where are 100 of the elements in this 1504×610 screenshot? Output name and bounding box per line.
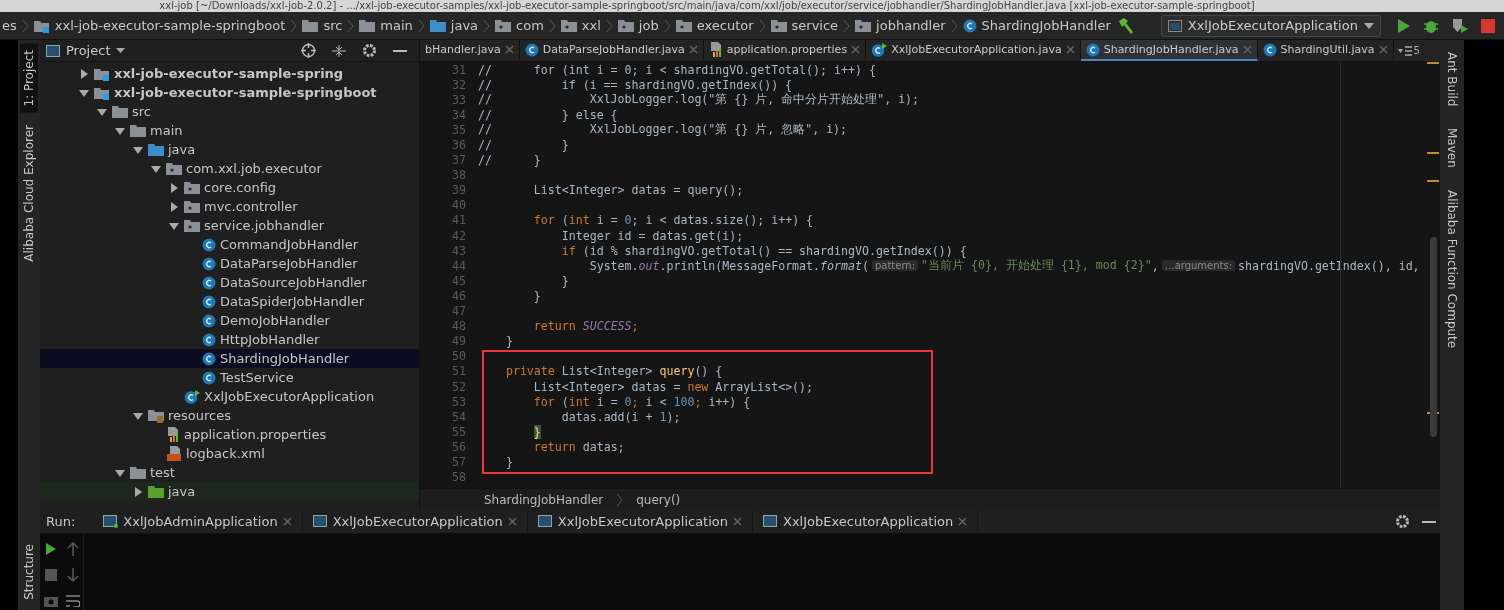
breadcrumb-item[interactable]: com xyxy=(495,18,544,33)
tree-row[interactable]: ShardingJobHandler xyxy=(40,349,419,368)
tree-row[interactable]: DataSourceJobHandler xyxy=(40,273,419,292)
folder-icon xyxy=(148,485,164,498)
collapsed-arrow-icon xyxy=(132,485,144,498)
package-icon xyxy=(560,19,577,32)
tree-row[interactable]: TestService xyxy=(40,368,419,387)
stop-icon[interactable] xyxy=(1480,18,1495,33)
code-line: // } else { xyxy=(478,107,618,122)
run-tab[interactable]: XxlJobExecutorApplication xyxy=(753,509,979,534)
tree-row[interactable]: java xyxy=(40,140,419,159)
settings-icon[interactable] xyxy=(1395,514,1410,529)
editor-tab[interactable]: ShardingJobHandler.java xyxy=(1080,40,1258,61)
down-arrow-icon[interactable] xyxy=(67,568,79,582)
tree-row[interactable]: HttpJobHandler xyxy=(40,330,419,349)
line-number: 31 xyxy=(451,62,467,77)
tool-window-tab[interactable]: Ant Build xyxy=(1443,46,1461,113)
breadcrumb-item[interactable]: xxl-job-executor-sample-springboot xyxy=(33,18,286,33)
tool-window-tab[interactable]: 1: Project xyxy=(20,44,38,113)
run-tab[interactable]: XxlJobExecutorApplication xyxy=(527,509,753,534)
tree-row[interactable]: DataParseJobHandler xyxy=(40,254,419,273)
breadcrumb-item[interactable]: job xyxy=(617,18,659,33)
editor-tab[interactable]: bHandler.java xyxy=(420,40,520,61)
tree-row[interactable]: mvc.controller xyxy=(40,197,419,216)
breadcrumb-item[interactable]: ShardingJobHandler xyxy=(962,18,1111,33)
tree-row[interactable]: DataSpiderJobHandler xyxy=(40,292,419,311)
package-icon xyxy=(495,19,512,32)
settings-icon[interactable] xyxy=(362,43,377,58)
run-configuration-dropdown[interactable]: XxlJobExecutorApplication xyxy=(1160,14,1381,37)
chevron-icon xyxy=(291,18,297,33)
breadcrumb-item[interactable]: query() xyxy=(636,492,681,507)
tool-window-tab[interactable]: Alibaba Function Compute xyxy=(1443,184,1461,355)
folder-icon xyxy=(130,466,146,479)
line-number: 56 xyxy=(451,439,467,454)
project-view-dropdown[interactable]: Project xyxy=(46,43,126,58)
breadcrumb-item[interactable]: java xyxy=(429,18,479,33)
tree-row[interactable]: core.config xyxy=(40,178,419,197)
camera-icon[interactable] xyxy=(44,595,58,607)
tree-row[interactable]: xxl-job-executor-sample-spring xyxy=(40,64,419,83)
tree-row[interactable]: com.xxl.job.executor xyxy=(40,159,419,178)
tree-row[interactable]: test xyxy=(40,463,419,482)
class-icon xyxy=(202,294,216,309)
editor-tab[interactable]: DataParseJobHandler.java xyxy=(519,40,704,61)
up-arrow-icon[interactable] xyxy=(67,542,79,556)
breadcrumb-item[interactable]: es xyxy=(2,18,17,33)
tree-row[interactable]: application.properties xyxy=(40,425,419,444)
window-icon xyxy=(763,515,778,528)
crosshair-icon[interactable] xyxy=(301,43,316,58)
close-icon xyxy=(1065,45,1075,54)
breadcrumb-item[interactable]: jobhandler xyxy=(855,18,946,33)
run-icon[interactable] xyxy=(1396,17,1411,34)
package-icon xyxy=(855,19,872,32)
breadcrumb-item[interactable]: executor xyxy=(675,18,754,33)
run-tab[interactable]: XxlJobAdminApplication xyxy=(93,509,303,534)
line-number: 33 xyxy=(451,92,467,107)
properties-file-icon xyxy=(166,427,180,442)
collapse-icon[interactable] xyxy=(332,43,346,58)
tree-row[interactable]: java xyxy=(40,482,419,501)
tree-row[interactable]: main xyxy=(40,121,419,140)
code-line: Integer id = datas.get(i); xyxy=(560,228,744,243)
breadcrumb-item[interactable]: xxl xyxy=(560,18,601,33)
tool-window-tab[interactable]: Alibaba Cloud Explorer xyxy=(20,118,38,268)
code-line: } xyxy=(560,273,569,288)
close-icon xyxy=(504,45,514,54)
tool-window-tab[interactable]: Structure xyxy=(20,538,38,606)
tree-row[interactable]: DemoJobHandler xyxy=(40,311,419,330)
run-label: Run: xyxy=(46,514,76,529)
chevron-icon xyxy=(759,18,765,33)
tree-row[interactable]: xxl-job-executor-sample-springboot xyxy=(40,83,419,102)
chevron-icon xyxy=(348,18,354,33)
tab-overflow-button[interactable]: 5 xyxy=(1393,40,1424,61)
breadcrumb-item[interactable]: main xyxy=(359,18,413,33)
run-icon[interactable] xyxy=(45,542,57,556)
line-number: 39 xyxy=(451,183,467,198)
breadcrumb-item[interactable]: src xyxy=(302,18,343,33)
folder-icon xyxy=(429,19,446,32)
package-icon xyxy=(770,19,787,32)
editor-tab[interactable]: XxlJobExecutorApplication.java xyxy=(866,40,1081,61)
line-number: 46 xyxy=(451,288,467,303)
tree-row[interactable]: XxlJobExecutorApplication xyxy=(40,387,419,406)
tree-row[interactable]: service.jobhandler xyxy=(40,216,419,235)
editor-tab[interactable]: ShardingUtil.java xyxy=(1257,40,1394,61)
hammer-icon[interactable] xyxy=(1116,17,1135,34)
tree-row[interactable]: CommandJobHandler xyxy=(40,235,419,254)
collapsed-arrow-icon xyxy=(168,200,180,213)
code-line: // if (i == shardingVO.getIndex()) { xyxy=(478,77,793,92)
close-icon xyxy=(1242,45,1252,54)
breadcrumb-item[interactable]: ShardingJobHandler xyxy=(484,492,604,507)
run-tab[interactable]: XxlJobExecutorApplication xyxy=(302,509,528,534)
shield-run-icon[interactable] xyxy=(1450,17,1469,34)
tree-row[interactable]: resources xyxy=(40,406,419,425)
code-line: for (int i = 0; i < datas.size(); i++) { xyxy=(532,213,814,228)
breadcrumb-item[interactable]: service xyxy=(770,18,839,33)
tree-row[interactable]: logback.xml xyxy=(40,444,419,463)
class-icon xyxy=(524,42,539,57)
tool-window-tab[interactable]: Maven xyxy=(1443,122,1461,175)
line-number: 54 xyxy=(451,409,467,424)
editor-tab[interactable]: application.properties xyxy=(703,40,867,61)
tree-row[interactable]: src xyxy=(40,102,419,121)
wrap-icon[interactable] xyxy=(66,595,80,607)
